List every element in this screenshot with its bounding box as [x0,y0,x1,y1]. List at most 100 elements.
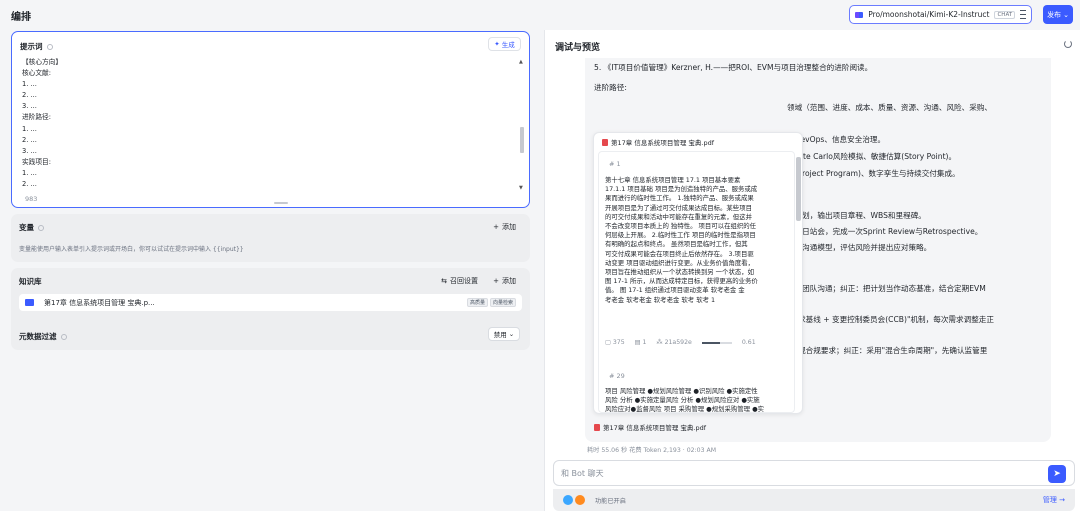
text-line: 项目 风险管理 ●规划风险管理 ●识别风险 ●实施定性 [605,387,758,395]
features-bar: 功能已开启 管理 → [553,489,1075,511]
add-knowledge-label: 添加 [502,277,516,285]
message-line: 群(Project Program)、数字孪生与持续交付集成。 [787,169,960,178]
chunk-hits-value: 1 [642,339,647,346]
text-line: 考老金 软考老金 软考老金 软考 软考 1 [605,295,716,304]
retrieval-tag: 向量检索 [489,298,516,307]
metadata-filter-select[interactable]: 禁用 ⌄ [488,327,520,341]
info-icon[interactable] [60,333,67,340]
quality-tag: 高质量 [466,298,488,307]
chunk-id: # 29 [609,372,625,380]
text-line: 开展项目是为了通过可交付成果达成目标。某些项目 [605,203,752,212]
metadata-filter-title: 元数据过滤 [19,331,67,342]
prompt-card: 提示词 ✦ 生成 【核心方向】 核心文献: 1. ... 2. ... 3. ... 进阶… [11,31,530,208]
scroll-down-icon[interactable]: ▼ [519,185,523,191]
refresh-icon[interactable] [1064,40,1072,48]
text-line: 项目旨在推动组织从一个状态转换到另 一个状态，如 [605,268,755,277]
reference-file-name: 第17章 信息系统项目管理 宝典.pdf [611,139,715,147]
chunk-chars: ▢ 375 [605,339,625,346]
text-line: 果而进行的临时性工作。 1.独特的产品、服务或成果 [605,194,754,203]
scroll-thumb[interactable] [796,157,801,221]
message-line: 指规划，输出项目章程、WBS和里程碑。 [787,211,926,220]
generate-button[interactable]: ✦ 生成 [488,37,521,51]
orchestration-panel: 提示词 ✦ 生成 【核心方向】 核心文献: 1. ... 2. ... 3. ... 进阶… [0,30,543,511]
variables-card: 变量 + 添加 变量能使用户输入表单引入提示词或开场白，你可以试试在提示词中输入… [11,214,530,262]
generate-label: 生成 [501,41,515,49]
model-name: Pro/moonshotai/Kimi-K2-Instruct [868,10,990,19]
prompt-title: 提示词 [20,41,53,52]
text-line: 实践项目: [22,157,52,166]
knowledge-card: 知识库 ⇆ 召回设置 + 添加 第17章 信息系统项目管理 宝典.p... 高质… [11,268,530,350]
source-file-name: 第17章 信息系统项目管理 宝典.pdf [603,424,707,432]
prompt-editor[interactable]: 【核心方向】 核心文献: 1. ... 2. ... 3. ... 进阶路径: 1. ...… [22,57,522,195]
chunk-id: # 1 [609,160,621,168]
knowledge-item-tags: 高质量 向量检索 [466,298,516,307]
recall-settings-label: 召回设置 [450,277,478,285]
manage-link[interactable]: 管理 → [1043,495,1065,505]
response-stats: 耗时 55.06 秒 花费 Token 2,193 · 02:03 AM [587,447,717,454]
model-settings-icon[interactable] [1020,10,1026,19]
metadata-filter-label: 元数据过滤 [19,332,57,341]
resize-handle[interactable] [274,202,288,204]
text-line: 1. ... [22,80,37,89]
add-variable-button[interactable]: + 添加 [493,222,516,232]
send-button[interactable]: ➤ [1048,465,1066,483]
chunk-chars-value: 375 [612,339,625,346]
scroll-thumb[interactable] [520,127,524,153]
features-enabled-text: 功能已开启 [595,498,626,505]
text-line: 动变更 项目驱动组织进行变更。从业务价值角度看， [605,258,755,267]
info-icon[interactable] [38,224,44,231]
knowledge-item[interactable]: 第17章 信息系统项目管理 宝典.p... 高质量 向量检索 [19,294,522,311]
page-title: 编排 [11,12,31,23]
score-fill [701,341,721,344]
message-line: 5. 《IT项目价值管理》Kerzner, H.——把ROI、EVM与项目治理整… [594,63,873,72]
chunk-text: 第十七章 信息系统项目管理 17.1 项目基本要素 17.1.1 项目基础 项目是… [605,176,794,305]
chat-input[interactable] [554,461,1034,485]
message-line: "需求基线 + 变更控制委员会(CCB)"机制，每次需求调整走正 [787,315,994,324]
chat-icon [575,495,585,505]
model-selector[interactable]: Pro/moonshotai/Kimi-K2-Instruct CHAT [849,5,1032,24]
chunk-score: 0.61 [741,339,756,346]
text-line: 第十七章 信息系统项目管理 17.1 项目基本要素 [605,176,741,184]
text-line: 进阶路径: [22,113,52,122]
chat-area: 5. 《IT项目价值管理》Kerzner, H.——把ROI、EVM与项目治理整… [545,58,1080,458]
info-icon[interactable] [46,43,53,50]
plus-icon: + [493,223,499,231]
reference-file[interactable]: 第17章 信息系统项目管理 宝典.pdf [602,137,714,147]
text-line: 核心文献: [22,69,52,78]
add-knowledge-button[interactable]: + 添加 [493,276,516,286]
sparkle-icon: ✦ [494,40,500,48]
scroll-up-icon[interactable]: ▲ [519,59,523,65]
text-line: 有明确的起点和终点。 虽然项目是临时工作，但其 [605,240,748,249]
reference-scrollbar[interactable] [796,151,801,413]
variables-description: 变量能使用户输入表单引入提示词或开场白，你可以试试在提示词中输入 {{input… [19,246,244,253]
chevron-down-icon: ⌄ [1063,10,1069,19]
chunk-meta: ▢ 375 ▤ 1 ⁂ 21a592e 0.61 [605,339,756,346]
reference-chunks: # 1 第十七章 信息系统项目管理 17.1 项目基本要素 17.1.1 项目基础… [598,151,795,413]
score-bar [701,341,732,344]
message-line: 阵和沟通模型，评估风险并提出应对策略。 [787,243,932,252]
text-line: 值。 图 17-1 组织通过项目驱动变革 软考老金 金 [605,286,745,295]
source-citation[interactable]: 第17章 信息系统项目管理 宝典.pdf [594,422,706,432]
chat-input-box: ➤ [553,460,1075,486]
prompt-scrollbar[interactable]: ▲ ▼ [519,59,524,194]
message-line: Monte Carlo风险模拟、敏捷估算(Story Point)。 [787,152,957,161]
text-line: 【核心方向】 [22,58,63,66]
preview-panel: 调试与预览 5. 《IT项目价值管理》Kerzner, H.——把ROI、EVM… [544,30,1080,511]
model-type-tag: CHAT [994,10,1016,19]
publish-button[interactable]: 发布 ⌄ [1043,5,1073,24]
sliders-icon: ⇆ [441,277,447,285]
chunk-hits: ▤ 1 [634,339,647,346]
publish-label: 发布 [1047,10,1062,19]
chevron-down-icon: ⌄ [508,330,515,338]
message-line: 进阶路径: [594,83,627,92]
text-line: 不会改变项目本质上的 独特性。 项目可以在组织的任 [605,222,757,231]
send-icon: ➤ [1053,469,1061,479]
reference-popover: 第17章 信息系统项目管理 宝典.pdf # 1 第十七章 信息系统项目管理 1… [593,132,803,414]
add-variable-label: 添加 [502,223,516,231]
recall-settings-button[interactable]: ⇆ 召回设置 [441,276,478,286]
feature-icons[interactable] [563,495,585,505]
chunk-hash-value: 21a592e [664,339,692,346]
chunk-hash: ⁂ 21a592e [656,339,692,346]
variables-title: 变量 [19,222,44,233]
voice-icon [563,495,573,505]
